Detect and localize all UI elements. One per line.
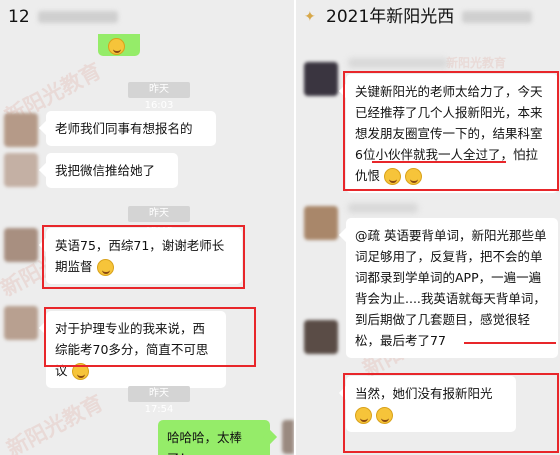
panel-divider [294, 0, 296, 455]
message-bubble[interactable]: 老师我们同事有想报名的 [46, 111, 216, 146]
highlight-box [44, 307, 256, 367]
grin-emoji-icon [108, 38, 125, 55]
left-chat-panel: 12 新阳光教育 新阳光教育 新阳光教育 昨天 16:03 老师我们同事有想报名… [0, 0, 294, 455]
highlight-box [343, 71, 559, 191]
highlight-underline [464, 342, 556, 344]
blurred-sender-name [348, 203, 418, 213]
avatar[interactable] [4, 153, 38, 187]
right-chat-header: ✦ 2021年新阳光西 [296, 0, 560, 34]
message-text: @疏 英语要背单词，新阳光那些单词足够用了，反复背，把不会的单词都录到学单词的A… [355, 228, 547, 348]
blurred-contact-name [38, 11, 118, 23]
message-text: 我把微信推给她了 [55, 163, 156, 178]
blurred-sender-name [348, 58, 448, 68]
watermark-right-top: 新阳光教育 [446, 56, 507, 70]
message-text: 哈哈哈，太棒了！ [167, 430, 243, 455]
timestamp: 昨天 17:54 [128, 386, 190, 415]
timestamp: 昨天 16:03 [128, 82, 190, 111]
right-chat-panel: ✦ 2021年新阳光西 新阳光教育 新阳光教育 关键新阳光的老师太给力了，今天已… [296, 0, 560, 455]
avatar[interactable] [4, 113, 38, 147]
own-message-partial[interactable] [98, 34, 140, 56]
right-chat-title: 2021年新阳光西 [326, 7, 455, 27]
avatar[interactable] [304, 320, 338, 354]
avatar[interactable] [4, 306, 38, 340]
blurred-group-suffix [462, 11, 532, 23]
message-text: 老师我们同事有想报名的 [55, 121, 193, 136]
highlight-box [343, 373, 559, 453]
avatar[interactable] [304, 206, 338, 240]
sparkle-icon: ✦ [304, 9, 316, 25]
message-bubble[interactable]: 我把微信推给她了 [46, 153, 178, 188]
avatar[interactable] [304, 62, 338, 96]
timestamp: 昨天 16:16 [128, 206, 190, 235]
highlight-box [42, 225, 245, 289]
avatar[interactable] [4, 228, 38, 262]
own-avatar[interactable] [282, 420, 294, 454]
left-chat-title: 12 [8, 7, 30, 27]
watermark-left-bottom: 新阳光教育 [2, 390, 107, 455]
left-chat-header: 12 [0, 0, 294, 34]
message-bubble[interactable]: @疏 英语要背单词，新阳光那些单词足够用了，反复背，把不会的单词都录到学单词的A… [346, 218, 558, 358]
highlight-underline [372, 161, 506, 163]
own-message-bubble[interactable]: 哈哈哈，太棒了！ [158, 420, 270, 455]
